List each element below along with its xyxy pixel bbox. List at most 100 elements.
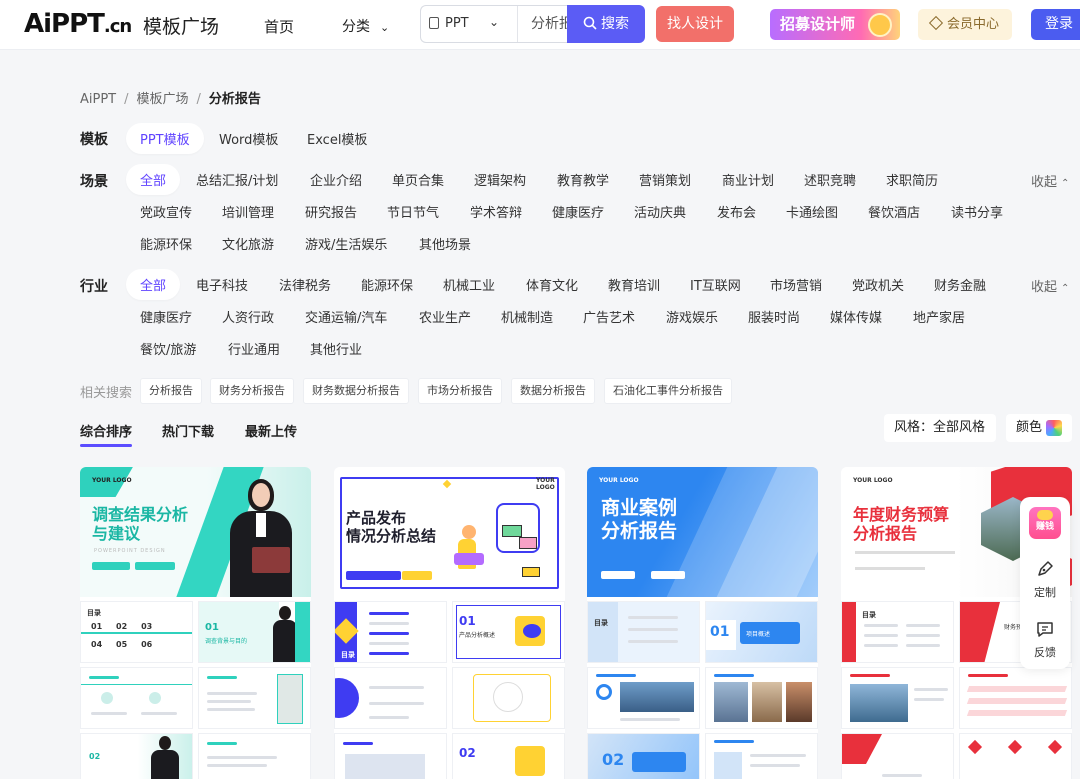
filter-industry-chip[interactable]: 餐饮/旅游 <box>140 339 196 358</box>
filter-scene-chip[interactable]: 学术答辩 <box>470 202 522 221</box>
cover-tag <box>135 562 175 570</box>
pen-icon <box>1038 561 1053 576</box>
breadcrumb-home[interactable]: AiPPT <box>80 92 116 107</box>
filter-template-ppt[interactable]: PPT模板 <box>126 123 204 154</box>
filter-scene-chip[interactable]: 培训管理 <box>222 202 274 221</box>
template-thumbnail <box>587 667 700 729</box>
template-card[interactable]: YOUR LOGO 调查结果分析 与建议 POWERPOINT DESIGN 目录… <box>80 467 311 779</box>
search-button[interactable]: 搜索 <box>567 5 645 43</box>
filter-scene-chip[interactable]: 卡通绘图 <box>786 202 838 221</box>
filter-industry-chip[interactable]: 媒体传媒 <box>830 307 882 326</box>
recruit-designer-banner[interactable]: 招募设计师 <box>770 9 900 40</box>
earn-money-button[interactable]: 赚钱 <box>1029 507 1061 539</box>
filter-scene-chip[interactable]: 游戏/生活娱乐 <box>305 234 387 253</box>
breadcrumb-template-square[interactable]: 模板广场 <box>137 92 189 107</box>
industry-collapse-toggle[interactable]: 收起 ⌃ <box>1031 276 1069 295</box>
feedback-button[interactable]: 反馈 <box>1020 619 1070 660</box>
filter-scene-chip[interactable]: 活动庆典 <box>634 202 686 221</box>
template-thumbnail <box>705 733 818 779</box>
filter-scene-chip[interactable]: 营销策划 <box>639 170 691 189</box>
cover-logo: YOUR LOGO <box>92 477 132 484</box>
custom-design-button[interactable]: 定制 <box>1020 559 1070 600</box>
filter-scene-chip[interactable]: 节日节气 <box>387 202 439 221</box>
template-card[interactable]: YOUR LOGO 产品发布 情况分析总结 目录 01 产品分析概述 02 <box>334 467 565 779</box>
nav-category-label: 分类 <box>342 19 370 35</box>
filter-scene-chip[interactable]: 能源环保 <box>140 234 192 253</box>
filter-industry-chip[interactable]: 其他行业 <box>310 339 362 358</box>
filter-scene-chip[interactable]: 单页合集 <box>392 170 444 189</box>
filter-scene-chip[interactable]: 其他场景 <box>419 234 471 253</box>
filter-industry-chip[interactable]: 法律税务 <box>279 275 331 294</box>
filter-scene-chip[interactable]: 读书分享 <box>951 202 1003 221</box>
search-input[interactable] <box>531 15 567 31</box>
color-filter-dropdown[interactable]: 颜色 <box>1006 414 1072 442</box>
filter-industry-chip[interactable]: 体育文化 <box>526 275 578 294</box>
related-search-chip[interactable]: 市场分析报告 <box>418 378 502 404</box>
filter-industry-chip[interactable]: 全部 <box>126 269 181 300</box>
sort-tab-hot-download[interactable]: 热门下载 <box>162 421 214 440</box>
filter-industry-chip[interactable]: 地产家居 <box>913 307 965 326</box>
filter-industry-chip[interactable]: 行业通用 <box>228 339 280 358</box>
related-search-chip[interactable]: 分析报告 <box>140 378 202 404</box>
nav-category-dropdown[interactable]: 分类 ⌄ <box>342 16 389 36</box>
filter-scene-chip[interactable]: 企业介绍 <box>310 170 362 189</box>
login-button[interactable]: 登录 <box>1031 9 1080 40</box>
cover-tag <box>402 571 432 580</box>
site-logo[interactable]: AiPPT.cn <box>24 9 132 39</box>
filter-industry-chip[interactable]: 广告艺术 <box>583 307 635 326</box>
filter-industry-chip[interactable]: 能源环保 <box>361 275 413 294</box>
floating-toolbar: 赚钱 定制 反馈 <box>1020 497 1070 669</box>
scene-collapse-toggle[interactable]: 收起 ⌃ <box>1031 171 1069 190</box>
filter-scene-chip[interactable]: 文化旅游 <box>222 234 274 253</box>
cover-title: 年度财务预算 分析报告 <box>853 505 950 544</box>
filter-industry-chip[interactable]: 人资行政 <box>222 307 274 326</box>
style-filter-dropdown[interactable]: 风格：全部风格 <box>884 414 996 442</box>
filter-scene-chip[interactable]: 求职简历 <box>886 170 938 189</box>
find-designer-button[interactable]: 找人设计 <box>656 6 734 42</box>
filter-scene-chip[interactable]: 全部 <box>126 164 181 195</box>
template-card[interactable]: YOUR LOGO 商业案例 分析报告 目录 01 项目概述 02 <box>587 467 818 779</box>
filter-scene-chip[interactable]: 教育教学 <box>557 170 609 189</box>
filter-industry-chip[interactable]: 游戏娱乐 <box>666 307 718 326</box>
related-search-chip[interactable]: 石油化工事件分析报告 <box>604 378 732 404</box>
color-palette-icon <box>1046 420 1062 436</box>
filter-industry-chip[interactable]: 市场营销 <box>770 275 822 294</box>
search-type-select[interactable]: PPT ⌄ <box>429 15 499 31</box>
filter-industry-chip[interactable]: 农业生产 <box>419 307 471 326</box>
cover-tag <box>601 571 635 579</box>
filter-industry-chip[interactable]: 教育培训 <box>608 275 660 294</box>
sort-tab-comprehensive[interactable]: 综合排序 <box>80 421 132 440</box>
related-search-chip[interactable]: 财务分析报告 <box>210 378 294 404</box>
filter-scene-chip[interactable]: 研究报告 <box>305 202 357 221</box>
related-search-chip[interactable]: 财务数据分析报告 <box>303 378 409 404</box>
filter-industry-chip[interactable]: 交通运输/汽车 <box>305 307 387 326</box>
template-thumbnail <box>334 733 447 779</box>
filter-scene-chip[interactable]: 餐饮酒店 <box>868 202 920 221</box>
filter-industry-chip[interactable]: 健康医疗 <box>140 307 192 326</box>
sort-tab-latest[interactable]: 最新上传 <box>245 421 297 440</box>
filter-industry-chip[interactable]: 电子科技 <box>196 275 248 294</box>
member-center-button[interactable]: 会员中心 <box>918 9 1012 40</box>
filter-industry-chip[interactable]: IT互联网 <box>690 275 741 294</box>
filter-template-word[interactable]: Word模板 <box>219 129 278 148</box>
filter-scene-chip[interactable]: 党政宣传 <box>140 202 192 221</box>
filter-scene-chip[interactable]: 逻辑架构 <box>474 170 526 189</box>
nav-home-link[interactable]: 首页 <box>264 16 294 37</box>
diamond-icon <box>928 15 944 31</box>
filter-scene-chip[interactable]: 商业计划 <box>722 170 774 189</box>
cover-logo: YOUR LOGO <box>853 477 893 484</box>
filter-industry-chip[interactable]: 服装时尚 <box>748 307 800 326</box>
filter-industry-chip[interactable]: 财务金融 <box>934 275 986 294</box>
filter-industry-chip[interactable]: 机械工业 <box>443 275 495 294</box>
template-cover: YOUR LOGO 商业案例 分析报告 <box>587 467 818 597</box>
filter-industry-chip[interactable]: 党政机关 <box>852 275 904 294</box>
filter-scene-chip[interactable]: 总结汇报/计划 <box>196 170 278 189</box>
filter-template-excel[interactable]: Excel模板 <box>307 129 367 148</box>
cover-logo: YOUR LOGO <box>536 477 555 491</box>
filter-scene-chip[interactable]: 发布会 <box>717 202 756 221</box>
filter-industry-chip[interactable]: 机械制造 <box>501 307 553 326</box>
document-icon <box>429 17 439 29</box>
filter-scene-chip[interactable]: 述职竞聘 <box>804 170 856 189</box>
filter-scene-chip[interactable]: 健康医疗 <box>552 202 604 221</box>
related-search-chip[interactable]: 数据分析报告 <box>511 378 595 404</box>
